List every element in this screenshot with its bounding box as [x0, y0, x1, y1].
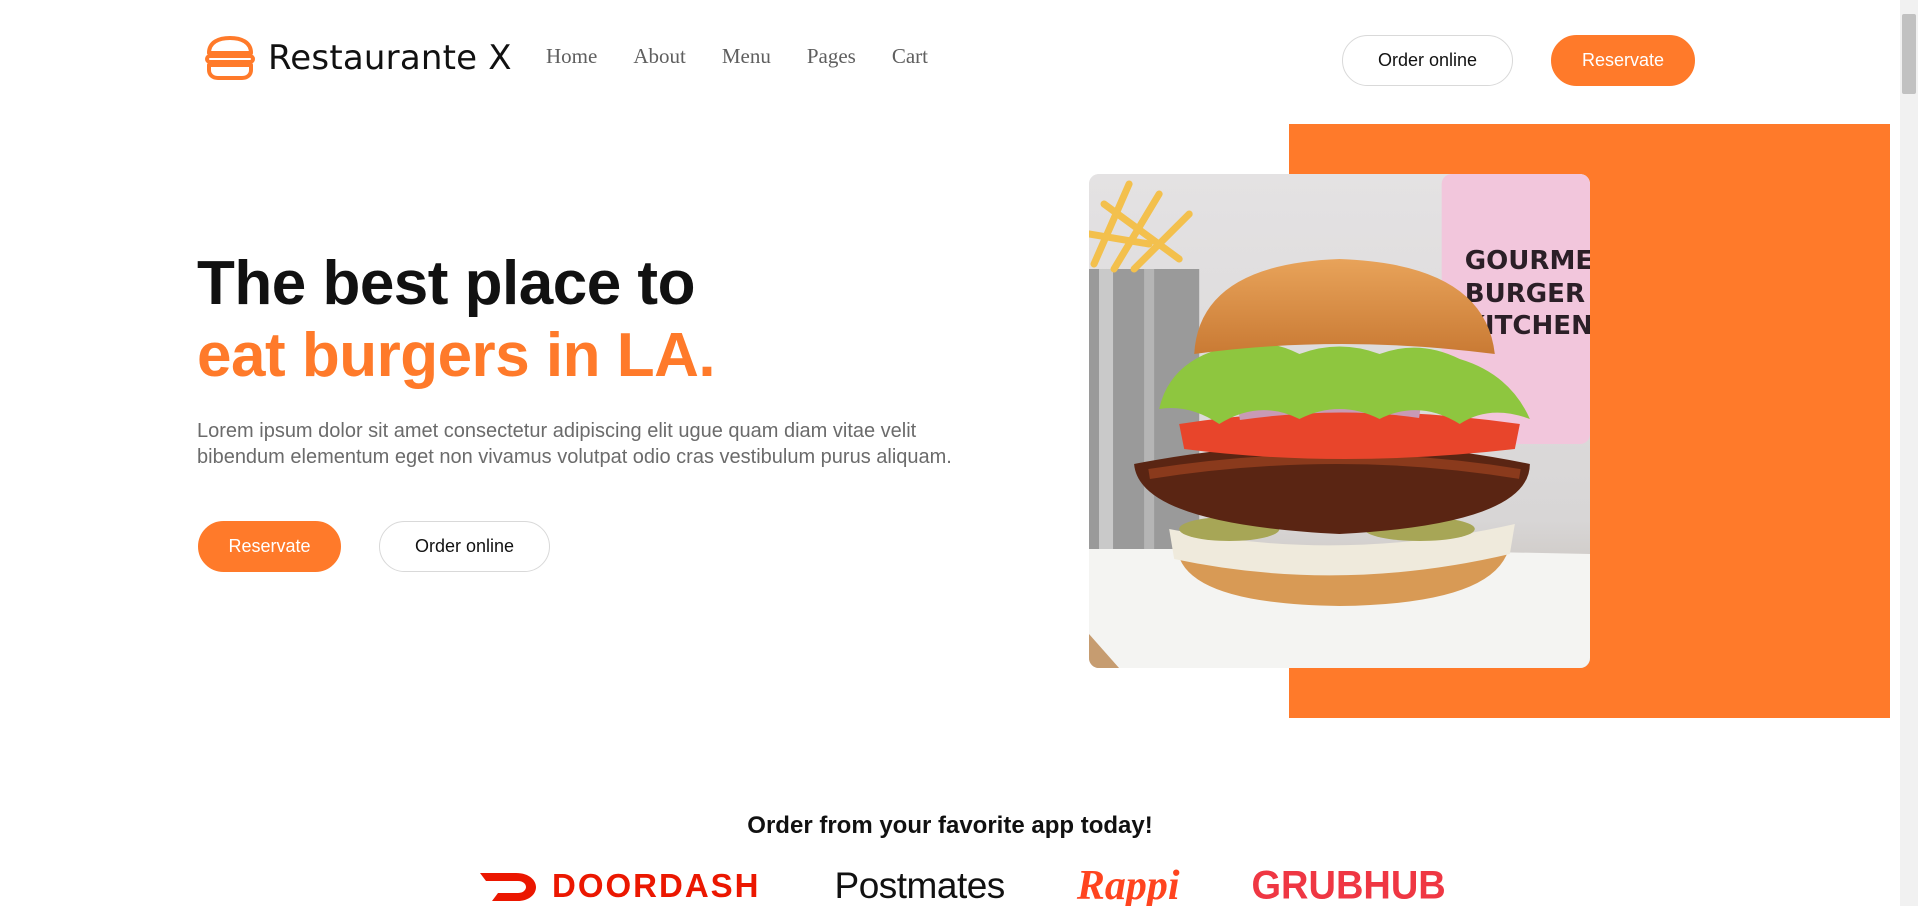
burger-icon [205, 36, 255, 80]
hero-burger-image: GOURMET BURGER KITCHEN [1089, 174, 1590, 668]
burger-illustration: GOURMET BURGER KITCHEN [1089, 174, 1590, 668]
nav-item-about[interactable]: About [633, 44, 686, 69]
cup-text-2: BURGER [1465, 279, 1585, 309]
scrollbar-thumb[interactable] [1902, 14, 1916, 94]
header-order-online-button[interactable]: Order online [1342, 35, 1513, 86]
nav-item-cart[interactable]: Cart [892, 44, 928, 69]
cup-text-1: GOURMET [1465, 246, 1590, 276]
page-scrollbar[interactable] [1900, 0, 1918, 906]
nav-item-home[interactable]: Home [546, 44, 597, 69]
hero-description: Lorem ipsum dolor sit amet consectetur a… [197, 420, 952, 468]
hero-title-line1: The best place to [197, 249, 695, 318]
apps-title: Order from your favorite app today! [747, 812, 1153, 839]
rappi-text: Rappi [1076, 863, 1180, 906]
postmates-text: Postmates [834, 865, 1006, 906]
hero-title: The best place to eat burgers in LA. [197, 248, 716, 392]
grubhub-text: GRUBHUB [1251, 863, 1446, 906]
doordash-icon [480, 873, 536, 901]
hero-order-online-button[interactable]: Order online [379, 521, 550, 572]
nav-item-pages[interactable]: Pages [807, 44, 856, 69]
nav-item-menu[interactable]: Menu [722, 44, 771, 69]
brand-name: Restaurante X [268, 38, 512, 78]
grubhub-logo[interactable]: GRUBHUB [1251, 863, 1446, 906]
rappi-logo[interactable]: Rappi [1077, 862, 1252, 906]
hero-reservate-button[interactable]: Reservate [198, 521, 341, 572]
brand-logo[interactable]: Restaurante X [204, 36, 512, 80]
hero-title-line2: eat burgers in LA. [197, 321, 716, 390]
delivery-apps: DOORDASH Postmates Rappi GRUBHUB [478, 862, 1446, 906]
header-reservate-button[interactable]: Reservate [1551, 35, 1695, 86]
doordash-text: DOORDASH [552, 867, 761, 904]
main-nav: Home About Menu Pages Cart [546, 44, 928, 69]
postmates-logo[interactable]: Postmates [835, 865, 1077, 906]
doordash-logo[interactable]: DOORDASH [478, 867, 761, 905]
